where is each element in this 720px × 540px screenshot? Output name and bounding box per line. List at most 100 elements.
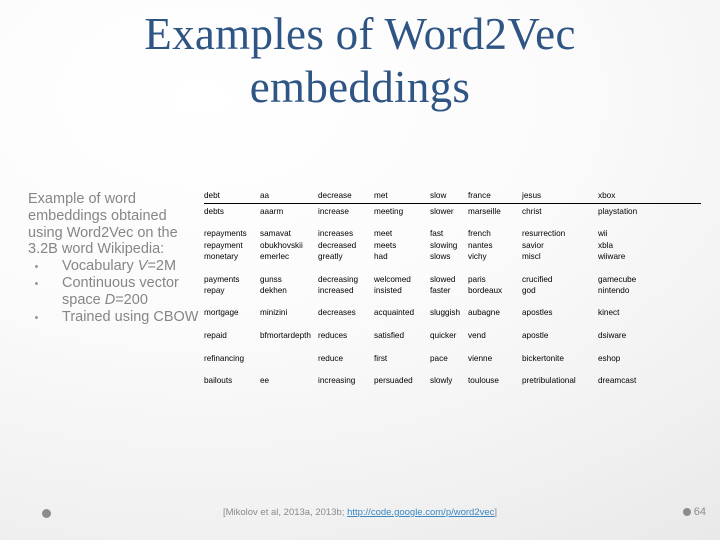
table-cell: nintendo	[598, 285, 630, 295]
table-cell: persuaded	[374, 375, 413, 385]
table-cell: emerlec	[260, 252, 290, 262]
table-cell: had	[374, 252, 388, 262]
table-cell: increases	[318, 229, 354, 239]
table-cell: playstation	[598, 207, 638, 216]
table-cell: miscl	[522, 252, 541, 262]
table-cell	[522, 263, 598, 274]
bullet-text-after: =200	[115, 291, 148, 308]
table-cell: gamecube	[598, 274, 637, 284]
page-bullet-icon	[682, 508, 691, 516]
table-cell: refinancing	[204, 353, 245, 363]
table-cell: aaarm	[260, 207, 284, 216]
table-cell: paris	[468, 274, 486, 284]
table-cell	[204, 263, 260, 274]
table-cell: mortgage	[204, 308, 239, 318]
bullet-dot-icon	[35, 265, 38, 269]
table-cell: slower	[430, 207, 454, 216]
table-row: monetary emerlec greatly had slows vichy miscl…	[204, 251, 704, 262]
table-cell	[374, 296, 430, 307]
table-cell: marseille	[468, 207, 501, 216]
table-header-cell: debt	[204, 191, 220, 200]
table-cell: satisfied	[374, 330, 405, 340]
table-row: repayment obukhovskii decreased meets slowin…	[204, 240, 704, 251]
table-cell	[374, 263, 430, 274]
table-row-spacer	[204, 217, 704, 228]
table-cell	[260, 353, 318, 364]
table-cell: gunss	[260, 274, 282, 284]
table-header-cell: met	[374, 191, 388, 200]
list-item: Trained using CBOW	[28, 309, 200, 326]
table-cell	[468, 319, 522, 330]
table-row-spacer	[204, 296, 704, 307]
table-cell: insisted	[374, 285, 402, 295]
table-header-cell: aa	[260, 191, 270, 200]
table-cell	[260, 217, 318, 228]
table-cell: resurrection	[522, 229, 566, 239]
table-cell: faster	[430, 285, 451, 295]
table-cell: god	[522, 285, 536, 295]
citation-suffix: ]	[494, 507, 498, 518]
table-cell: meets	[374, 240, 397, 250]
table-cell	[468, 217, 522, 228]
table-header-cell: slow	[430, 191, 447, 200]
table-cell	[468, 296, 522, 307]
table-row-spacer	[204, 364, 704, 375]
table-cell: xbla	[598, 240, 614, 250]
table-header-cell: xbox	[598, 191, 616, 200]
table-cell: welcomed	[374, 274, 411, 284]
table-cell: decreases	[318, 308, 356, 318]
table-cell: christ	[522, 207, 542, 216]
table-row: repay dekhen increased insisted faster bordea…	[204, 285, 704, 296]
table-cell	[522, 296, 598, 307]
table-row: payments gunss decreasing welcomed slowed par…	[204, 274, 704, 285]
table-cell	[204, 217, 260, 228]
table-cell: dsiware	[598, 330, 627, 340]
table-cell: repay	[204, 285, 225, 295]
body-text-block: Example of word embeddings obtained usin…	[28, 191, 200, 325]
table-cell: nantes	[468, 240, 493, 250]
bullet-text-before: Trained using CBOW	[62, 308, 199, 325]
page-number: 64	[693, 506, 706, 518]
bullet-list: Vocabulary V=2M Continuous vector space …	[28, 258, 200, 325]
table-cell	[318, 319, 374, 330]
table-row: bailouts ee increasing persuaded slowly toulo…	[204, 375, 704, 386]
table-cell: aubagne	[468, 308, 500, 318]
table-cell: meeting	[374, 207, 404, 216]
table-cell	[204, 296, 260, 307]
table-cell: repayment	[204, 240, 243, 250]
table-cell: dreamcast	[598, 375, 637, 385]
table-cell: slows	[430, 252, 451, 262]
table-cell: increasing	[318, 375, 356, 385]
table-row: repayments samavat increases meet fast french…	[204, 228, 704, 239]
table-cell	[522, 364, 598, 375]
table-cell	[204, 319, 260, 330]
table-cell	[260, 296, 318, 307]
table-cell	[598, 364, 698, 375]
citation-link[interactable]: http://code.google.com/p/word2vec	[347, 507, 494, 518]
bullet-dot-icon	[35, 315, 38, 319]
table-row: repaid bfmortardepth reduces satisfied quick…	[204, 330, 704, 353]
table-cell: crucified	[522, 274, 553, 284]
table-cell: slowing	[430, 240, 458, 250]
table-cell	[430, 364, 468, 375]
table-cell: reduce	[318, 353, 344, 363]
table-cell: fast	[430, 229, 444, 239]
table-cell: increased	[318, 285, 354, 295]
table-cell: minizini	[260, 308, 288, 318]
table-cell	[522, 319, 598, 330]
table-cell: samavat	[260, 229, 291, 239]
table-cell	[318, 364, 374, 375]
page-title: Examples of Word2Vec embeddings	[144, 9, 576, 113]
table-row: refinancing reduce first pace vienne bickerto…	[204, 353, 704, 364]
table-cell: obukhovskii	[260, 240, 303, 250]
table-cell: sluggish	[430, 308, 461, 318]
table-cell	[468, 263, 522, 274]
table-cell: bordeaux	[468, 285, 503, 295]
bullet-symbol: V	[137, 258, 148, 275]
table-cell	[598, 319, 698, 330]
table-row-spacer	[204, 319, 704, 330]
table-header-row: debt aa decrease met slow france jesus xbox	[204, 190, 704, 203]
table-cell: vichy	[468, 252, 487, 262]
table-cell: slowed	[430, 274, 456, 284]
table-cell	[430, 263, 468, 274]
